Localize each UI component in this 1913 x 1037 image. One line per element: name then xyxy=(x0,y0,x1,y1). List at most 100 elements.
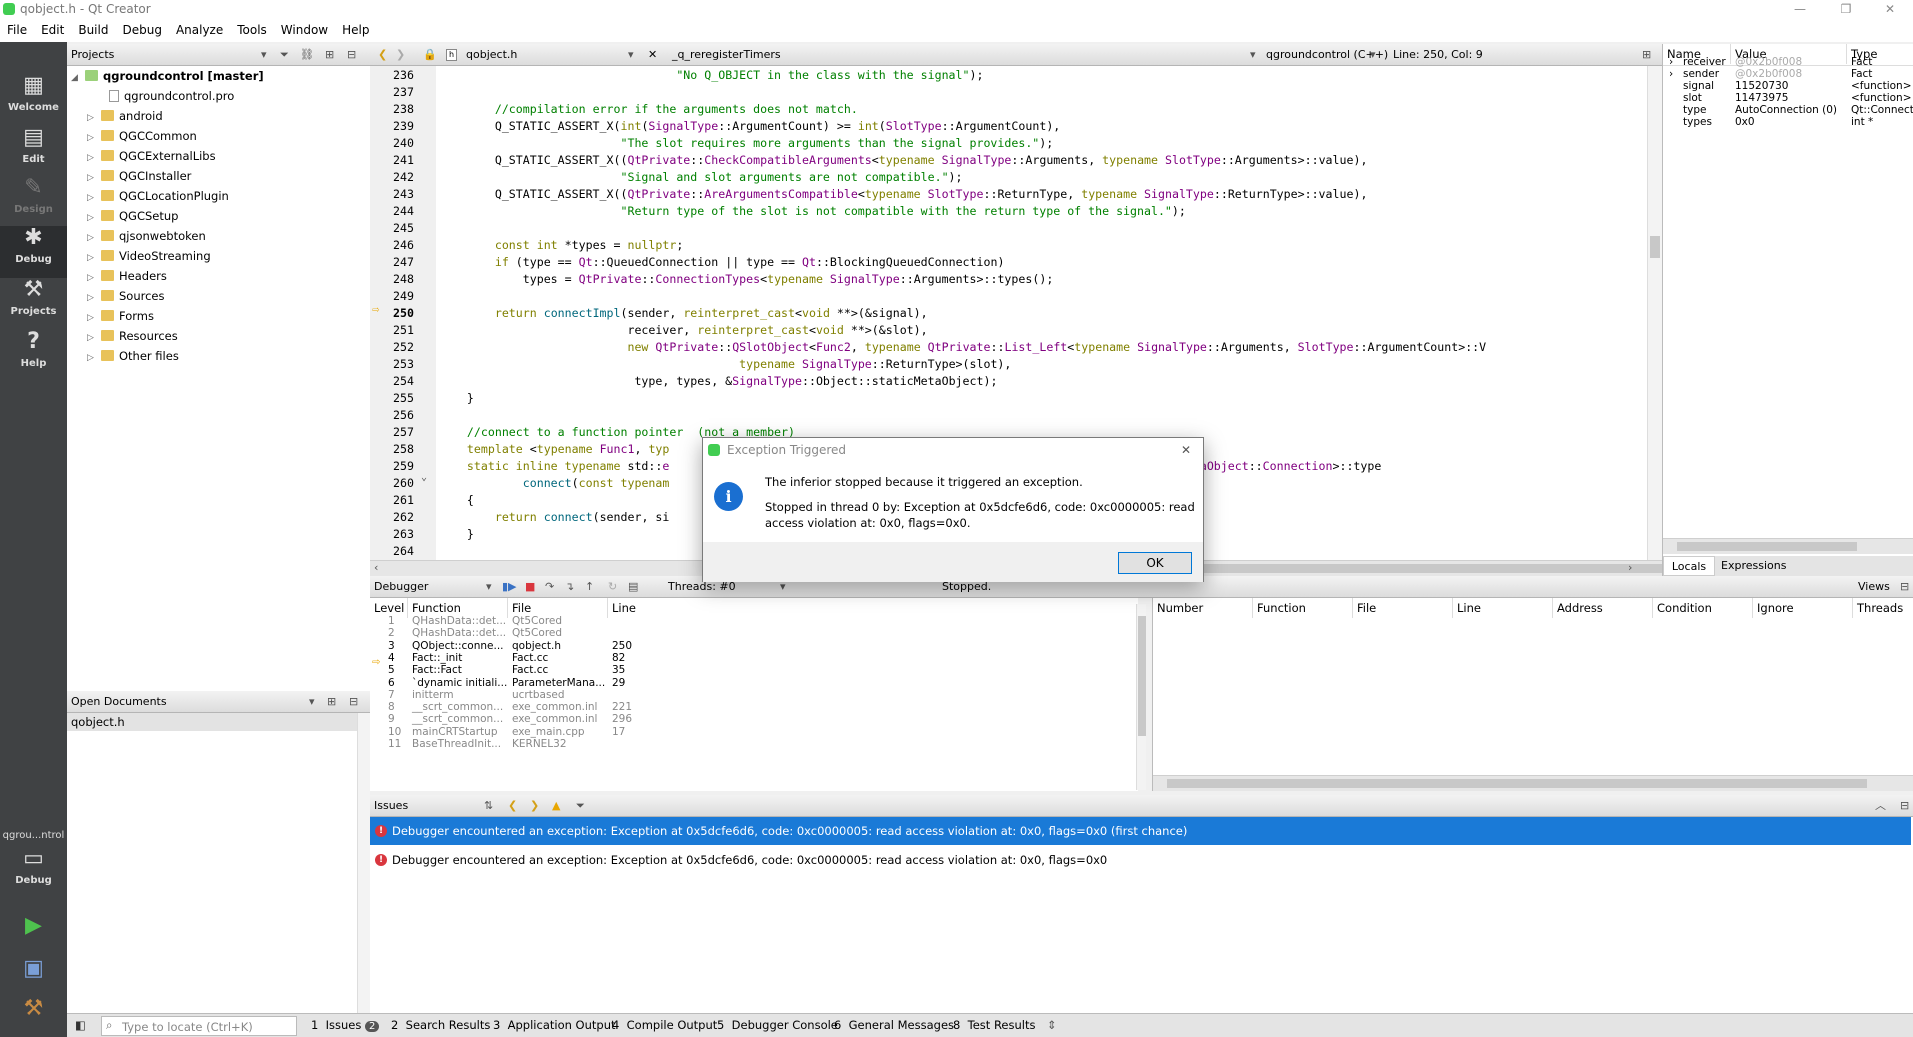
scroll-thumb[interactable] xyxy=(1650,236,1660,258)
issue-item[interactable]: ! Debugger encountered an exception: Exce… xyxy=(370,817,1911,845)
more-tabs-icon[interactable]: ⇕ xyxy=(1047,1018,1057,1032)
locals-row[interactable]: › sender @0x2b0f008 Fact xyxy=(1663,68,1913,80)
tab-compile-output[interactable]: 4 Compile Output xyxy=(612,1018,717,1032)
debugger-combo[interactable]: Debugger xyxy=(374,576,428,597)
column-header-number[interactable]: Number xyxy=(1153,598,1253,618)
tab-search-results[interactable]: 2 Search Results xyxy=(391,1018,490,1032)
tree-item[interactable]: ▷ android xyxy=(87,106,163,126)
menu-help[interactable]: Help xyxy=(335,20,376,37)
tree-item[interactable]: ▷ VideoStreaming xyxy=(87,246,211,266)
scroll-thumb[interactable] xyxy=(1138,616,1146,736)
menu-debug[interactable]: Debug xyxy=(115,20,168,37)
chevron-down-icon[interactable]: ▾ xyxy=(1250,44,1256,65)
debug-run-button[interactable]: ▣ xyxy=(0,957,67,987)
tree-item[interactable]: ▷ Forms xyxy=(87,306,154,326)
menu-analyze[interactable]: Analyze xyxy=(169,20,230,37)
chevron-right-icon[interactable]: › xyxy=(1628,561,1632,574)
menu-file[interactable]: File xyxy=(0,20,34,37)
stack-frame-row[interactable]: 5 Fact::Fact Fact.cc 35 xyxy=(370,664,1130,676)
menu-window[interactable]: Window xyxy=(274,20,335,37)
stop-icon[interactable]: ■ xyxy=(525,576,535,597)
close-pane-icon[interactable]: ⊟ xyxy=(349,691,358,712)
locals-row[interactable]: slot 11473975 <function> xyxy=(1663,92,1913,104)
editor-vertical-scrollbar[interactable] xyxy=(1647,66,1662,560)
tab-expressions[interactable]: Expressions xyxy=(1721,556,1786,576)
step-into-icon[interactable]: ↴ xyxy=(565,576,574,597)
stack-frame-row[interactable]: 3 QObject::conne... qobject.h 250 xyxy=(370,640,1130,652)
tab-locals[interactable]: Locals xyxy=(1663,556,1715,576)
minimize-button[interactable]: — xyxy=(1777,0,1823,20)
split-icon[interactable]: ⊞ xyxy=(327,691,336,712)
mode-help[interactable]: ? Help xyxy=(0,330,67,382)
tab-debugger-console[interactable]: 5 Debugger Console xyxy=(717,1018,838,1032)
scroll-thumb[interactable] xyxy=(1677,542,1857,551)
views-button[interactable]: Views xyxy=(1858,576,1890,597)
forward-icon[interactable]: ❯ xyxy=(396,44,405,65)
maximize-icon[interactable]: ︿ xyxy=(1875,795,1886,816)
stack-frame-row[interactable]: 8 __scrt_common... exe_common.inl 221 xyxy=(370,701,1130,713)
mode-welcome[interactable]: ▦ Welcome xyxy=(0,74,67,126)
menu-build[interactable]: Build xyxy=(71,20,115,37)
scroll-thumb[interactable] xyxy=(1167,779,1867,788)
stack-frame-row[interactable]: 4 Fact::_init Fact.cc 82 xyxy=(370,652,1130,664)
tree-item[interactable]: ▷ Headers xyxy=(87,266,167,286)
column-header-function[interactable]: Function xyxy=(1253,598,1353,618)
build-button[interactable]: ⚒ xyxy=(0,997,67,1027)
restart-icon[interactable]: ↻ xyxy=(608,576,617,597)
tree-item[interactable]: ▷ Sources xyxy=(87,286,165,306)
split-icon[interactable]: ⊞ xyxy=(325,44,334,65)
filter-icon[interactable]: ⏷ xyxy=(280,44,289,65)
close-pane-icon[interactable]: ⊟ xyxy=(1900,795,1909,816)
stack-frame-row[interactable]: 10 mainCRTStartup exe_main.cpp 17 xyxy=(370,726,1130,738)
current-file-combo[interactable]: qobject.h xyxy=(466,44,517,65)
locator-input[interactable]: ⌕ Type to locate (Ctrl+K) xyxy=(101,1016,297,1036)
column-header-file[interactable]: File xyxy=(1353,598,1453,618)
mode-debug[interactable]: ✱ Debug xyxy=(0,226,67,278)
chevron-down-icon[interactable]: ▾ xyxy=(486,576,492,597)
stack-frame-row[interactable]: 6 `dynamic initiali... ParameterMana... 29 xyxy=(370,677,1130,689)
tab-application-output[interactable]: 3 Application Output xyxy=(493,1018,616,1032)
ok-button[interactable]: OK xyxy=(1118,552,1192,574)
continue-icon[interactable]: ▮▶ xyxy=(502,576,517,597)
close-editor-icon[interactable]: ✕ xyxy=(648,44,657,65)
tree-item[interactable]: ▷ QGCLocationPlugin xyxy=(87,186,229,206)
menu-tools[interactable]: Tools xyxy=(230,20,274,37)
symbol-combo[interactable]: _q_reregisterTimers xyxy=(672,44,781,65)
mode-edit[interactable]: ▤ Edit xyxy=(0,126,67,176)
toggle-sidebar-icon[interactable]: ◧ xyxy=(75,1018,86,1032)
filter-icon[interactable]: ⏷ xyxy=(576,795,585,816)
step-out-icon[interactable]: ↑ xyxy=(585,576,594,597)
stack-frame-row[interactable]: 7 initterm ucrtbased xyxy=(370,689,1130,701)
chevron-right-icon[interactable]: ❯ xyxy=(530,795,539,816)
chevron-down-icon[interactable]: ▾ xyxy=(261,44,267,65)
tree-item[interactable]: qgroundcontrol.pro xyxy=(95,86,234,106)
mode-design[interactable]: ✎ Design xyxy=(0,176,67,226)
step-over-icon[interactable]: ↷ xyxy=(545,576,554,597)
tree-root[interactable]: ◢ qgroundcontrol [master] xyxy=(71,66,264,86)
column-header-line[interactable]: Line xyxy=(1453,598,1553,618)
column-header-condition[interactable]: Condition xyxy=(1653,598,1753,618)
issue-item[interactable]: ! Debugger encountered an exception: Exce… xyxy=(370,849,1911,871)
menu-edit[interactable]: Edit xyxy=(34,20,71,37)
tab-test-results[interactable]: 8 Test Results xyxy=(953,1018,1035,1032)
restore-button[interactable]: ❐ xyxy=(1823,0,1869,20)
tree-item[interactable]: ▷ Resources xyxy=(87,326,178,346)
dialog-close-button[interactable]: ✕ xyxy=(1181,438,1191,462)
chevron-down-icon[interactable]: ▾ xyxy=(309,691,315,712)
chevron-down-icon[interactable]: ▾ xyxy=(628,44,634,65)
chevron-left-icon[interactable]: ❮ xyxy=(508,795,517,816)
tab-issues[interactable]: 1 Issues 2 xyxy=(311,1018,380,1032)
scrollbar[interactable] xyxy=(357,713,370,1013)
open-document-item[interactable]: qobject.h xyxy=(67,713,357,731)
tree-item[interactable]: ▷ Other files xyxy=(87,346,179,366)
tree-item[interactable]: ▷ QGCSetup xyxy=(87,206,178,226)
column-header-ignore[interactable]: Ignore xyxy=(1753,598,1853,618)
stack-frame-row[interactable]: 9 __scrt_common... exe_common.inl 296 xyxy=(370,713,1130,725)
tree-item[interactable]: ▷ QGCCommon xyxy=(87,126,197,146)
mode-projects[interactable]: ⚒ Projects xyxy=(0,278,67,330)
locals-row[interactable]: types 0x0 int * xyxy=(1663,116,1913,128)
warning-icon[interactable]: ▲ xyxy=(552,795,560,816)
locals-row[interactable]: › receiver @0x2b0f008 Fact xyxy=(1663,56,1913,68)
locals-row[interactable]: signal 11520730 <function> xyxy=(1663,80,1913,92)
tab-general-messages[interactable]: 6 General Messages xyxy=(834,1018,954,1032)
